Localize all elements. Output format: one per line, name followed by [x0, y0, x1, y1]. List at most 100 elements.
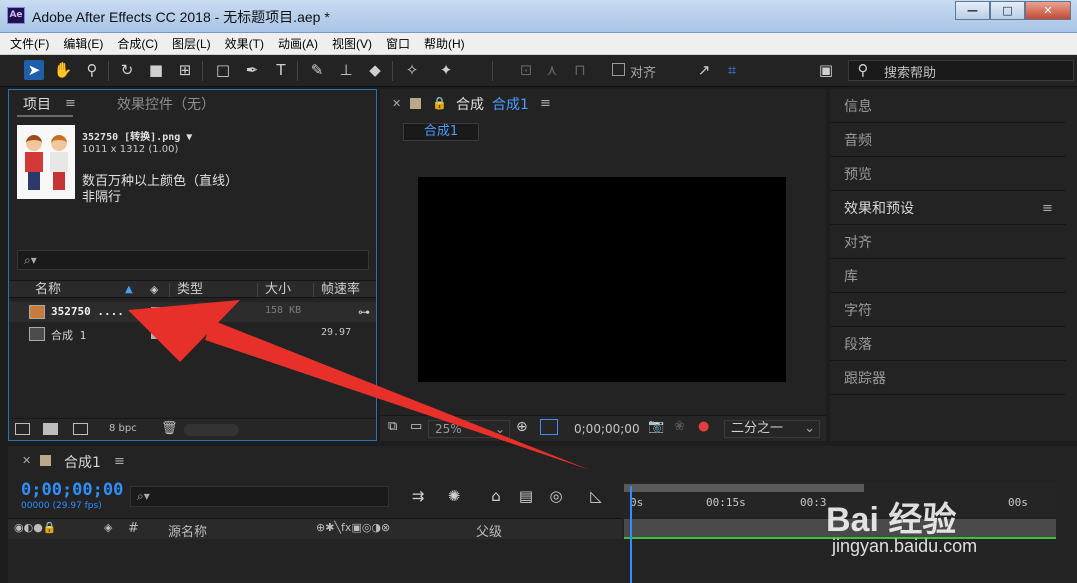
menu-effect[interactable]: 效果(T)	[225, 35, 264, 52]
panel-preview[interactable]: 预览	[830, 157, 1066, 191]
menu-window[interactable]: 窗口	[386, 35, 410, 52]
column-parent[interactable]: 父级	[476, 521, 502, 540]
timeline-current-time[interactable]: 0;00;00;00	[21, 480, 123, 500]
camera-tool-icon[interactable]: ■	[146, 60, 166, 80]
interpret-footage-icon[interactable]	[15, 423, 30, 435]
composition-tab-name[interactable]: 合成1	[492, 94, 529, 114]
pen-tool-icon[interactable]: ✒	[242, 60, 262, 80]
label-tag-icon[interactable]: ◈	[150, 281, 158, 298]
menu-view[interactable]: 视图(V)	[332, 35, 372, 52]
puppet-tool-icon[interactable]: ✦	[436, 60, 456, 80]
align-checkbox[interactable]	[612, 63, 625, 76]
column-name[interactable]: 名称	[35, 281, 61, 298]
composition-mini-flowchart-icon[interactable]: ⇉	[408, 486, 428, 506]
current-time-display[interactable]: 0;00;00;00	[574, 422, 640, 436]
minimize-button[interactable]: —	[955, 1, 990, 20]
column-divider[interactable]	[257, 283, 258, 297]
rotate-tool-icon[interactable]: ↻	[117, 60, 137, 80]
label-tag-icon[interactable]: ◈	[104, 521, 112, 534]
tab-project[interactable]: 项目	[23, 94, 51, 114]
composition-viewer[interactable]	[418, 177, 786, 382]
menu-composition[interactable]: 合成(C)	[117, 35, 158, 52]
menu-file[interactable]: 文件(F)	[10, 35, 49, 52]
project-item-row[interactable]: 合成 1 29.97	[9, 324, 376, 344]
panel-effects-presets[interactable]: 效果和预设 ≡	[830, 191, 1066, 225]
panel-menu-icon[interactable]: ≡	[114, 454, 125, 469]
label-color-swatch[interactable]	[151, 329, 161, 339]
world-axis-icon[interactable]: ⋏	[542, 60, 562, 80]
graph-editor-icon[interactable]: ◺	[586, 486, 606, 506]
thumbnail-size-slider[interactable]	[184, 424, 239, 436]
panel-menu-icon[interactable]: ≡	[65, 96, 76, 111]
playhead[interactable]	[630, 486, 632, 583]
frame-blending-icon[interactable]: ▤	[516, 486, 536, 506]
panel-audio[interactable]: 音频	[830, 123, 1066, 157]
snap-icon[interactable]: ↗	[694, 60, 714, 80]
panel-tracker[interactable]: 跟踪器	[830, 361, 1066, 395]
column-divider[interactable]	[169, 283, 170, 297]
lock-icon[interactable]: 🔒	[432, 96, 447, 110]
timeline-search-input[interactable]: ⌕▾	[130, 486, 389, 507]
color-depth-button[interactable]: 8 bpc	[109, 423, 137, 434]
close-tab-icon[interactable]: ✕	[392, 97, 401, 110]
panel-align[interactable]: 对齐	[830, 225, 1066, 259]
menu-animation[interactable]: 动画(A)	[278, 35, 318, 52]
panel-libraries[interactable]: 库	[830, 259, 1066, 293]
column-layer-number[interactable]: #	[128, 521, 139, 536]
layer-switches-icons[interactable]: ⊕✱╲fx▣◎◑⊗	[316, 521, 390, 534]
show-snapshot-icon[interactable]: ❀	[674, 419, 685, 434]
roto-brush-tool-icon[interactable]: ✧	[402, 60, 422, 80]
delete-trash-icon[interactable]: 🗑	[161, 421, 178, 436]
view-axis-icon[interactable]: ⊓	[570, 60, 590, 80]
grid-guides-icon[interactable]: ⊕	[516, 419, 528, 435]
zoom-tool-icon[interactable]: ⚲	[82, 60, 102, 80]
timeline-tab[interactable]: 合成1	[64, 452, 101, 472]
sort-ascending-icon[interactable]: ▲	[125, 281, 133, 298]
menu-help[interactable]: 帮助(H)	[424, 35, 465, 52]
display-icon[interactable]: ▭	[410, 419, 422, 434]
local-axis-icon[interactable]: ⊡	[516, 60, 536, 80]
tab-effect-controls[interactable]: 效果控件（无）	[117, 94, 215, 114]
hand-tool-icon[interactable]: ✋	[53, 60, 73, 80]
snap-options-icon[interactable]: ⌗	[722, 60, 742, 80]
column-type[interactable]: 类型	[177, 281, 203, 298]
mask-visibility-icon[interactable]	[540, 419, 558, 435]
panel-character[interactable]: 字符	[830, 293, 1066, 327]
panel-paragraph[interactable]: 段落	[830, 327, 1066, 361]
column-divider[interactable]	[313, 283, 314, 297]
workspace-icon[interactable]: ▣	[816, 60, 836, 80]
composition-tab-prefix[interactable]: 合成	[456, 94, 484, 114]
flowchart-icon[interactable]: ⊶	[358, 305, 370, 319]
draft-3d-icon[interactable]: ✺	[444, 486, 464, 506]
always-preview-icon[interactable]: ⧉	[388, 419, 397, 434]
help-search-field[interactable]	[848, 60, 1074, 81]
column-frame-rate[interactable]: 帧速率	[321, 281, 360, 298]
maximize-button[interactable]: □	[990, 1, 1025, 20]
av-features-icons[interactable]: ◉◐●🔒	[14, 521, 57, 534]
new-folder-icon[interactable]	[43, 423, 58, 435]
close-button[interactable]: ✕	[1025, 1, 1071, 20]
magnification-dropdown[interactable]: 25% ⌄	[428, 420, 510, 438]
pan-behind-tool-icon[interactable]: ⊞	[175, 60, 195, 80]
project-search-input[interactable]: ⌕▾	[17, 250, 369, 270]
composition-breadcrumb[interactable]: 合成1	[403, 123, 479, 141]
column-size[interactable]: 大小	[265, 281, 291, 298]
brush-tool-icon[interactable]: ✎	[307, 60, 327, 80]
new-composition-icon[interactable]	[73, 423, 88, 435]
clone-stamp-tool-icon[interactable]: ⊥	[336, 60, 356, 80]
motion-blur-icon[interactable]: ◎	[546, 486, 566, 506]
shy-layers-icon[interactable]: ⌂	[486, 486, 506, 506]
resolution-dropdown[interactable]: 二分之一 ⌄	[724, 420, 820, 438]
column-source-name[interactable]: 源名称	[168, 521, 207, 540]
project-item-row[interactable]: 352750 .... PNG 文件 158 KB ⊶	[9, 302, 376, 322]
eraser-tool-icon[interactable]: ◆	[365, 60, 385, 80]
label-color-swatch[interactable]	[151, 307, 161, 317]
panel-menu-icon[interactable]: ≡	[1042, 201, 1053, 216]
panel-menu-icon[interactable]: ≡	[540, 96, 551, 111]
asset-name[interactable]: 352750 [转换].png ▼	[82, 128, 192, 143]
type-tool-icon[interactable]: T	[271, 60, 291, 80]
panel-info[interactable]: 信息	[830, 89, 1066, 123]
menu-edit[interactable]: 编辑(E)	[63, 35, 103, 52]
selection-tool-icon[interactable]: ➤	[24, 60, 44, 80]
close-tab-icon[interactable]: ✕	[22, 454, 31, 467]
